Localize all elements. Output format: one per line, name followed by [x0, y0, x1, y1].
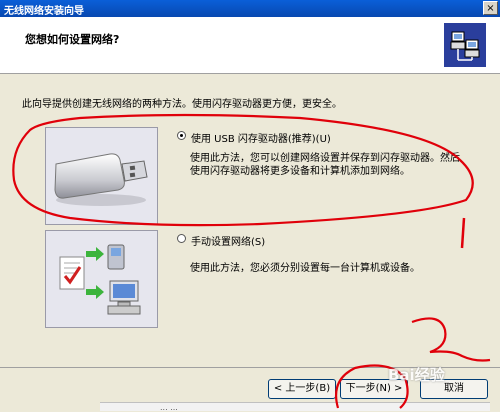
page-title: 您想如何设置网络?	[25, 33, 120, 46]
background-window-strip: ... ...	[100, 402, 490, 411]
usb-option-image[interactable]	[45, 127, 158, 225]
usb-flash-drive-icon	[54, 153, 148, 206]
usb-option-description: 使用此方法，您可以创建网络设置并保存到闪存驱动器。然后使用闪存驱动器将更多设备和…	[190, 153, 460, 177]
manual-option-image[interactable]	[45, 230, 158, 328]
close-button[interactable]: ×	[483, 1, 498, 15]
manual-option-description: 使用此方法，您必须分别设置每一台计算机或设备。	[190, 263, 420, 274]
usb-option-label[interactable]: 使用 USB 闪存驱动器(推荐)(U)	[191, 130, 331, 145]
network-computers-icon	[59, 244, 141, 315]
manual-option-label[interactable]: 手动设置网络(S)	[191, 233, 265, 248]
watermark: Bai经验	[388, 366, 445, 384]
back-button[interactable]: < 上一步(B)	[268, 379, 336, 399]
title-bar: 无线网络安装向导 ×	[0, 0, 500, 17]
network-wizard-icon	[444, 23, 486, 67]
usb-option-radio[interactable]	[177, 131, 186, 140]
manual-option-radio[interactable]	[177, 234, 186, 243]
intro-text: 此向导提供创建无线网络的两种方法。使用闪存驱动器更方便，更安全。	[22, 99, 342, 110]
wizard-header: 您想如何设置网络?	[0, 17, 500, 74]
window-title: 无线网络安装向导	[4, 6, 84, 17]
